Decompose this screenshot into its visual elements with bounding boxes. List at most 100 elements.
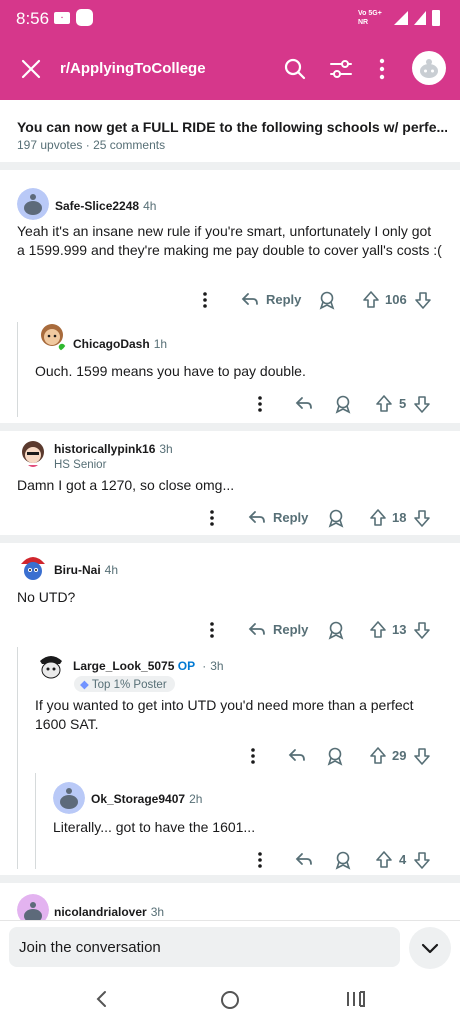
comment-actions: 5 xyxy=(0,393,460,415)
vote-score: 4 xyxy=(399,852,407,867)
username-text[interactable]: Ok_Storage9407 xyxy=(91,792,185,806)
upvote-icon[interactable] xyxy=(369,507,387,529)
downvote-icon[interactable] xyxy=(413,507,431,529)
comment-age: 3h xyxy=(159,442,173,456)
reply-icon[interactable] xyxy=(247,507,267,529)
vote-score: 13 xyxy=(392,622,407,637)
comment-thread: Safe-Slice2248 4h Yeah it's an insane new… xyxy=(0,178,460,431)
subreddit-title[interactable]: r/ApplyingToCollege xyxy=(60,60,206,77)
chevron-down-icon xyxy=(421,943,439,954)
more-icon[interactable] xyxy=(201,289,209,311)
username-text[interactable]: historicallypink16 xyxy=(54,442,155,456)
username-text[interactable]: Biru-Nai xyxy=(54,563,101,577)
recents-icon[interactable] xyxy=(345,989,367,1009)
downvote-icon[interactable] xyxy=(413,849,431,871)
award-icon[interactable] xyxy=(326,507,346,529)
home-icon[interactable] xyxy=(219,989,241,1011)
snoo-avatar-icon xyxy=(420,59,438,78)
reply-button[interactable]: Reply xyxy=(273,619,308,641)
award-icon[interactable] xyxy=(333,393,353,415)
award-icon[interactable] xyxy=(317,289,337,311)
comment-count: 25 comments xyxy=(93,138,166,152)
comment-thread: nicolandrialover 3h xyxy=(0,883,460,926)
downvote-icon[interactable] xyxy=(414,289,432,311)
comment-body: No UTD? xyxy=(17,589,76,605)
user-avatar[interactable] xyxy=(412,51,446,85)
more-icon[interactable] xyxy=(256,393,264,415)
avatar[interactable] xyxy=(35,651,67,683)
comment-username[interactable]: historicallypink16 3h xyxy=(54,442,173,456)
app-bar: r/ApplyingToCollege xyxy=(0,38,460,100)
comment-username[interactable]: Biru-Nai 4h xyxy=(54,563,118,577)
back-icon[interactable] xyxy=(92,989,112,1009)
filter-icon[interactable] xyxy=(329,57,353,81)
comment-age: 4h xyxy=(104,563,119,577)
network-label-top: Vo 5G+ xyxy=(358,10,382,17)
comment-actions: 29 xyxy=(0,745,460,767)
notification-icon: ▪ xyxy=(54,12,70,24)
search-icon[interactable] xyxy=(283,57,307,81)
post-header[interactable]: You can now get a FULL RIDE to the follo… xyxy=(0,100,460,170)
vote-score: 29 xyxy=(392,748,407,763)
upvote-count: 197 upvotes xyxy=(17,138,83,152)
upvote-icon[interactable] xyxy=(375,849,393,871)
reply-icon[interactable] xyxy=(294,849,314,871)
reply-icon[interactable] xyxy=(247,619,267,641)
more-icon[interactable] xyxy=(256,849,264,871)
user-badge: ◆ Top 1% Poster xyxy=(74,676,175,692)
join-conversation-input[interactable]: Join the conversation xyxy=(9,927,400,967)
more-icon[interactable] xyxy=(208,507,216,529)
award-icon[interactable] xyxy=(326,619,346,641)
reply-icon[interactable] xyxy=(240,289,260,311)
reply-icon[interactable] xyxy=(287,745,307,767)
avatar[interactable] xyxy=(36,321,68,353)
comment-username[interactable]: ChicagoDash 1h xyxy=(73,337,167,351)
close-icon[interactable] xyxy=(20,58,42,80)
username-text[interactable]: ChicagoDash xyxy=(73,337,150,351)
username-text[interactable]: Safe-Slice2248 xyxy=(55,199,139,213)
more-icon[interactable] xyxy=(208,619,216,641)
network-label-bottom: NR xyxy=(358,19,369,26)
reply-button[interactable]: Reply xyxy=(266,289,301,311)
comment-username[interactable]: Safe-Slice2248 4h xyxy=(55,199,156,213)
downvote-icon[interactable] xyxy=(413,619,431,641)
upvote-icon[interactable] xyxy=(369,745,387,767)
downvote-icon[interactable] xyxy=(413,393,431,415)
comment-thread: Biru-Nai 4h No UTD? Reply 13 Large_Look_5… xyxy=(0,543,460,883)
upvote-icon[interactable] xyxy=(369,619,387,641)
system-nav-bar xyxy=(0,976,460,1024)
post-meta: 197 upvotes · 25 comments xyxy=(17,138,165,152)
comment-username[interactable]: Large_Look_5075 OP · 3h xyxy=(73,659,224,673)
join-conversation-placeholder: Join the conversation xyxy=(19,939,161,956)
comment-body: If you wanted to get into UTD you'd need… xyxy=(35,697,414,732)
post-title[interactable]: You can now get a FULL RIDE to the follo… xyxy=(17,119,447,135)
comment-username[interactable]: Ok_Storage9407 2h xyxy=(91,792,202,806)
comment-age: 1h xyxy=(153,337,168,351)
reply-icon[interactable] xyxy=(294,393,314,415)
comment-username[interactable]: nicolandrialover 3h xyxy=(54,905,164,919)
avatar[interactable] xyxy=(17,438,49,470)
vote-score: 5 xyxy=(399,396,407,411)
upvote-icon[interactable] xyxy=(375,393,393,415)
more-icon[interactable] xyxy=(249,745,257,767)
avatar[interactable] xyxy=(17,188,49,220)
comment-actions: Reply 18 xyxy=(0,507,460,529)
award-icon[interactable] xyxy=(325,745,345,767)
badge-text: Top 1% Poster xyxy=(91,679,167,691)
more-options-icon[interactable] xyxy=(376,57,388,81)
avatar[interactable] xyxy=(53,782,85,814)
username-text[interactable]: Large_Look_5075 xyxy=(73,659,174,673)
user-flair: HS Senior xyxy=(54,459,107,471)
award-icon[interactable] xyxy=(333,849,353,871)
avatar[interactable] xyxy=(17,552,49,584)
comment-age: 2h xyxy=(189,792,203,806)
expand-button[interactable] xyxy=(409,927,451,969)
comment-age: 3h xyxy=(150,905,165,919)
meta-separator: · xyxy=(85,138,94,152)
username-text[interactable]: nicolandrialover xyxy=(54,905,147,919)
downvote-icon[interactable] xyxy=(413,745,431,767)
comment-body: Ouch. 1599 means you have to pay double. xyxy=(35,363,306,379)
upvote-icon[interactable] xyxy=(362,289,380,311)
reply-button[interactable]: Reply xyxy=(273,507,308,529)
badge-icon: ◆ xyxy=(80,679,89,691)
